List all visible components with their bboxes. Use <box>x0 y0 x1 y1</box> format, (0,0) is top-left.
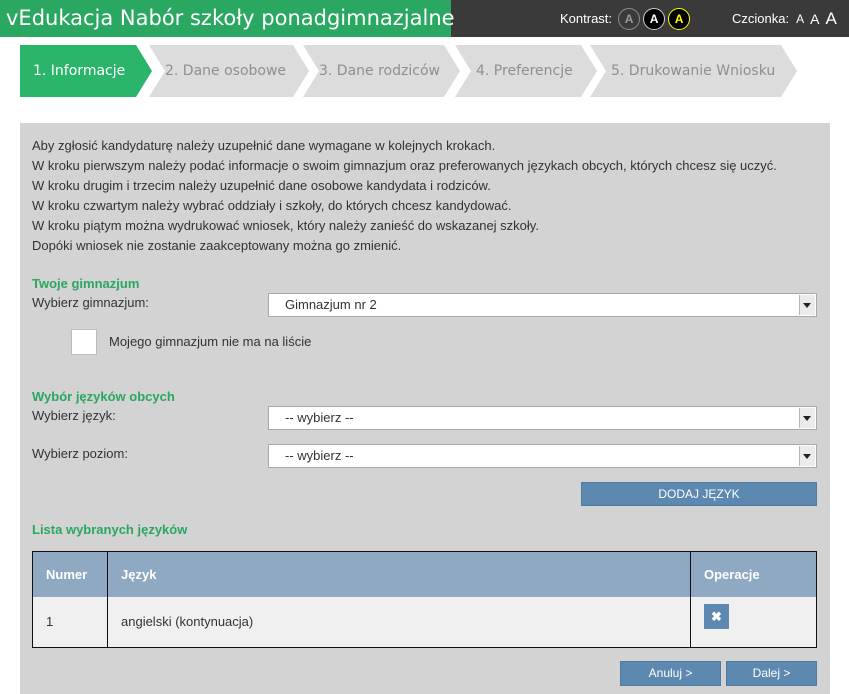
close-icon: ✖ <box>711 609 722 624</box>
contrast-label: Kontrast: <box>560 11 613 26</box>
level-select-value: -- wybierz -- <box>285 448 354 463</box>
school-select[interactable]: Gimnazjum nr 2 <box>268 293 817 317</box>
intro-line: W kroku piątym można wydrukować wniosek,… <box>32 218 539 233</box>
row-language-cell: angielski (kontynuacja) <box>121 614 254 629</box>
intro-line: Aby zgłosić kandydaturę należy uzupełnić… <box>32 138 496 153</box>
step-drukowanie-wniosku[interactable]: 5. Drukowanie Wniosku <box>590 45 797 97</box>
level-select[interactable]: -- wybierz -- <box>268 444 817 468</box>
school-not-listed-checkbox[interactable] <box>71 329 97 355</box>
column-header-number: Numer <box>46 567 88 582</box>
chevron-down-icon <box>799 446 815 466</box>
chevron-down-icon <box>799 295 815 315</box>
school-section-title: Twoje gimnazjum <box>32 276 140 291</box>
table-header: Numer Język Operacje <box>33 552 816 597</box>
intro-line: W kroku drugim i trzecim należy uzupełni… <box>32 178 491 193</box>
font-size-switcher: Czcionka: A A A <box>732 0 837 37</box>
school-not-listed-label: Mojego gimnazjum nie ma na liście <box>109 334 312 349</box>
delete-language-button[interactable]: ✖ <box>704 604 729 629</box>
level-select-label: Wybierz poziom: <box>32 446 128 461</box>
languages-section-title: Wybór języków obcych <box>32 389 175 404</box>
intro-line: W kroku czwartym należy wybrać oddziały … <box>32 198 512 213</box>
cancel-button[interactable]: Anuluj > <box>620 661 721 686</box>
form-panel: Aby zgłosić kandydaturę należy uzupełnić… <box>20 123 830 694</box>
column-divider <box>107 552 108 647</box>
school-select-value: Gimnazjum nr 2 <box>285 297 377 312</box>
contrast-yellow-on-black-button[interactable]: A <box>668 7 691 30</box>
chevron-down-icon <box>799 408 815 428</box>
font-size-small-button[interactable]: A <box>796 12 804 26</box>
step-informacje[interactable]: 1. Informacje <box>20 45 152 97</box>
app-title: vEdukacja Nabór szkoły ponadgimnazjalne <box>0 0 455 37</box>
font-size-large-button[interactable]: A <box>825 9 836 29</box>
contrast-white-on-black-button[interactable]: A <box>643 7 666 30</box>
add-language-button[interactable]: DODAJ JĘZYK <box>581 482 817 506</box>
top-bar: vEdukacja Nabór szkoły ponadgimnazjalne … <box>0 0 849 37</box>
step-dane-osobowe[interactable]: 2. Dane osobowe <box>149 45 309 97</box>
intro-line: W kroku pierwszym należy podać informacj… <box>32 158 777 173</box>
contrast-switcher: Kontrast: A A A <box>560 0 691 37</box>
column-header-language: Język <box>121 567 157 582</box>
intro-text: Aby zgłosić kandydaturę należy uzupełnić… <box>32 136 777 256</box>
selected-languages-title: Lista wybranych języków <box>32 522 188 537</box>
row-number-cell: 1 <box>46 614 54 629</box>
column-divider <box>690 552 691 647</box>
school-select-label: Wybierz gimnazjum: <box>32 295 149 310</box>
intro-line: Dopóki wniosek nie zostanie zaakceptowan… <box>32 238 402 253</box>
step-preferencje[interactable]: 4. Preferencje <box>455 45 597 97</box>
language-select-label: Wybierz język: <box>32 408 116 423</box>
selected-languages-table: Numer Język Operacje 1 angielski (kontyn… <box>32 551 817 648</box>
contrast-default-button[interactable]: A <box>618 7 641 30</box>
font-size-label: Czcionka: <box>732 11 790 26</box>
column-header-operations: Operacje <box>704 567 760 582</box>
language-select-value: -- wybierz -- <box>285 410 354 425</box>
language-select[interactable]: -- wybierz -- <box>268 406 817 430</box>
wizard-steps: 1. Informacje 2. Dane osobowe 3. Dane ro… <box>20 45 800 97</box>
next-button[interactable]: Dalej > <box>726 661 817 686</box>
step-dane-rodzicow[interactable]: 3. Dane rodziców <box>303 45 460 97</box>
font-size-medium-button[interactable]: A <box>810 11 819 27</box>
